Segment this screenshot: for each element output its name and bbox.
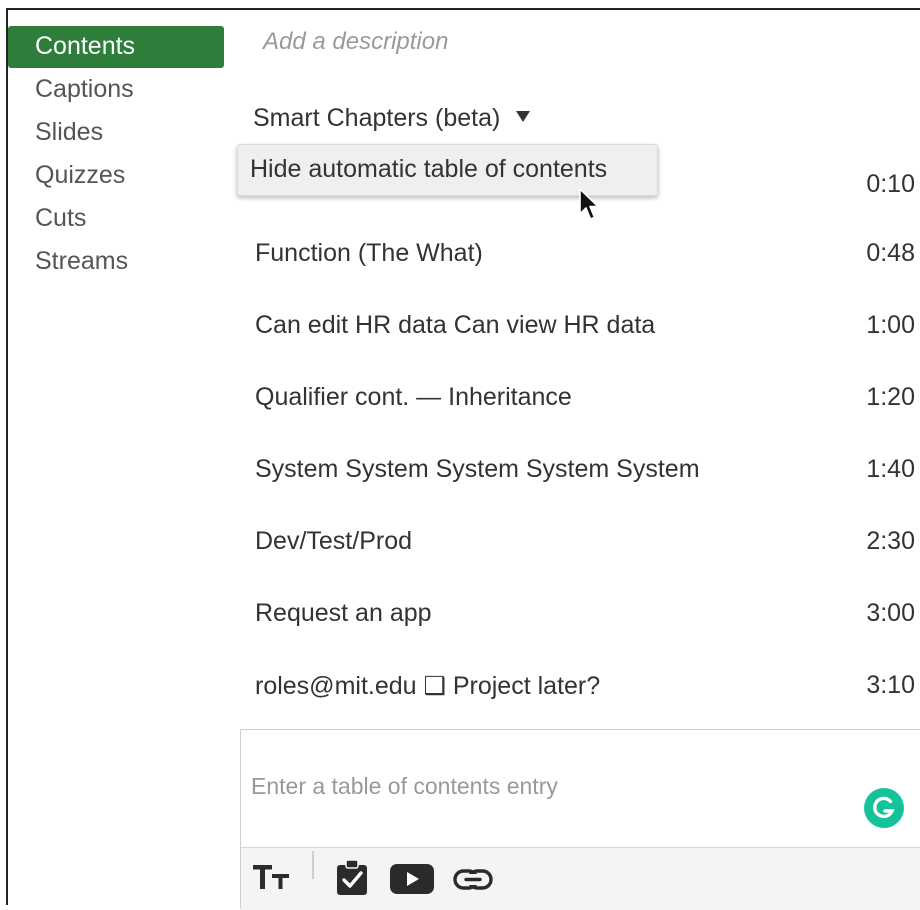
toc-entry-time[interactable]: 0:48 bbox=[866, 239, 915, 268]
toc-entry-time[interactable]: 2:30 bbox=[866, 527, 915, 556]
toc-entry-time[interactable]: 0:10 bbox=[866, 170, 915, 199]
toc-row[interactable]: Dev/Test/Prod 2:30 bbox=[255, 527, 915, 567]
editor-toolbar bbox=[241, 847, 920, 910]
smart-chapters-dropdown[interactable]: Smart Chapters (beta) bbox=[253, 104, 531, 133]
link-icon[interactable] bbox=[453, 868, 493, 892]
toc-row[interactable]: Can edit HR data Can view HR data 1:00 bbox=[255, 311, 915, 351]
toc-entry-title: System System System System System bbox=[255, 455, 700, 483]
grammarly-g-glyph bbox=[873, 796, 895, 819]
youtube-play-icon[interactable] bbox=[390, 863, 434, 895]
grammarly-icon[interactable] bbox=[864, 788, 904, 828]
description-field[interactable]: Add a description bbox=[263, 28, 448, 56]
hide-toc-menu-item[interactable]: Hide automatic table of contents bbox=[250, 155, 607, 184]
sidebar-item-slides[interactable]: Slides bbox=[8, 111, 224, 154]
smart-chapters-label: Smart Chapters (beta) bbox=[253, 104, 501, 132]
toc-entry-time[interactable]: 1:40 bbox=[866, 455, 915, 484]
sidebar-item-captions[interactable]: Captions bbox=[8, 68, 224, 111]
toc-entry-title: Dev/Test/Prod bbox=[255, 527, 413, 555]
sidebar-item-quizzes[interactable]: Quizzes bbox=[8, 154, 224, 197]
text-size-icon[interactable] bbox=[253, 862, 293, 892]
toc-entry-title: Request an app bbox=[255, 599, 432, 627]
toc-row[interactable]: Qualifier cont. — Inheritance 1:20 bbox=[255, 383, 915, 423]
sidebar-nav: Contents Captions Slides Quizzes Cuts St… bbox=[8, 26, 224, 283]
toc-row[interactable]: System System System System System 1:40 bbox=[255, 455, 915, 495]
toc-entry-time[interactable]: 3:10 bbox=[866, 671, 915, 700]
toc-entry-time[interactable]: 1:20 bbox=[866, 383, 915, 412]
toc-row[interactable]: roles@mit.edu ❑ Project later? 3:10 bbox=[255, 671, 915, 711]
mouse-pointer-icon bbox=[579, 188, 599, 220]
toc-entry-title: Qualifier cont. — Inheritance bbox=[255, 383, 572, 411]
sidebar-item-contents[interactable]: Contents bbox=[8, 26, 224, 68]
toolbar-separator bbox=[312, 851, 314, 879]
toc-entry-time[interactable]: 1:00 bbox=[866, 311, 915, 340]
sidebar-item-cuts[interactable]: Cuts bbox=[8, 197, 224, 240]
toc-entry-input[interactable] bbox=[251, 736, 851, 836]
clipboard-check-icon[interactable] bbox=[336, 860, 368, 896]
toc-entry-title: Function (The What) bbox=[255, 239, 483, 267]
toc-entry-title: roles@mit.edu ❑ Project later? bbox=[255, 672, 601, 700]
toc-entry-time[interactable]: 3:00 bbox=[866, 599, 915, 628]
toc-entry-title: Can edit HR data Can view HR data bbox=[255, 311, 656, 339]
toc-row[interactable]: Function (The What) 0:48 bbox=[255, 239, 915, 279]
toc-row[interactable]: Request an app 3:00 bbox=[255, 599, 915, 639]
caret-down-icon bbox=[516, 110, 531, 122]
toc-entry-editor bbox=[240, 729, 920, 910]
sidebar-item-streams[interactable]: Streams bbox=[8, 240, 224, 283]
